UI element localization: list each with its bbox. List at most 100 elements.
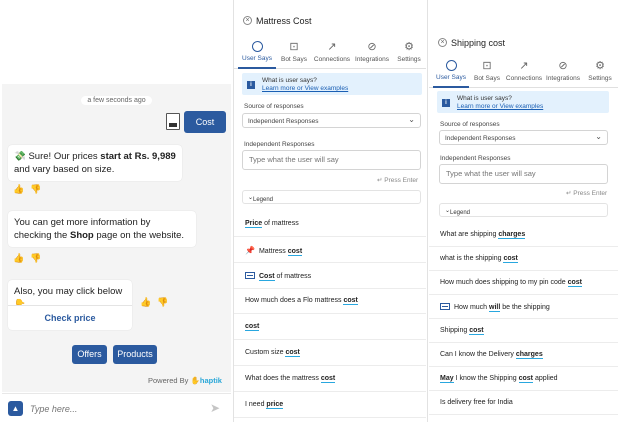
entity-highlight: cost xyxy=(518,375,534,383)
thumbs-up-icon[interactable]: 👍 xyxy=(13,253,24,264)
response-field[interactable] xyxy=(439,164,608,184)
entity-highlight: charges xyxy=(498,231,526,239)
utterance-text: How much does a Flo mattress xyxy=(245,297,344,305)
utterance-text: Can I know the Delivery xyxy=(440,351,516,358)
utterance-row[interactable]: what is the shipping cost xyxy=(429,248,618,271)
bot-message-price: 💸 Sure! Our prices start at Rs. 9,989 an… xyxy=(8,145,182,181)
tab-integrations[interactable]: ⊘ Integrations xyxy=(543,56,583,88)
utterance-text: How much does shipping to my pin code xyxy=(440,279,568,286)
panel-title: Shipping cost xyxy=(451,38,506,48)
trend-icon: ↗ xyxy=(327,41,337,53)
chevron-up-icon[interactable]: ▲ xyxy=(8,401,23,416)
entity-highlight: cost xyxy=(567,279,583,287)
utterance-row[interactable]: How much does shipping to my pin code co… xyxy=(429,272,618,295)
thumbs-down-icon[interactable]: 👎 xyxy=(30,184,41,195)
close-icon[interactable]: × xyxy=(438,38,447,47)
utterance-row[interactable]: How much does a Flo mattress cost xyxy=(234,289,426,315)
intent-panel-mattress-cost: × Mattress Cost User Says ⊡ Bot Says ↗ Con… xyxy=(234,0,426,422)
utterance-row[interactable]: Cost of mattress xyxy=(234,264,426,289)
entity-highlight: cost xyxy=(320,374,336,383)
independent-label: Independent Responses xyxy=(244,141,315,148)
utterance-text: what is the shipping xyxy=(440,255,504,262)
independent-label: Independent Responses xyxy=(440,155,511,162)
tab-connections[interactable]: ↗ Connections xyxy=(312,37,352,69)
tab-settings[interactable]: ⚙ Settings xyxy=(583,56,617,88)
utterance-row[interactable]: May I know the Shipping cost applied xyxy=(429,368,618,391)
entity-highlight: cost xyxy=(287,247,303,256)
user-avatar-icon xyxy=(166,113,180,130)
utterance-text: What does the mattress xyxy=(245,374,321,382)
chat-input-bar: ▲ ➤ xyxy=(2,393,231,422)
tab-bar: User Says ⊡ Bot Says ↗ Connections ⊘ Integr… xyxy=(234,37,426,69)
tab-user-says[interactable]: User Says xyxy=(238,37,276,69)
quick-reply-products[interactable]: Products xyxy=(113,345,157,364)
utterance-text: applied xyxy=(533,375,558,382)
utterance-text: What are shipping xyxy=(440,231,499,238)
legend-toggle[interactable]: ⌄ Legend xyxy=(242,190,421,204)
user-icon xyxy=(445,60,457,71)
utterance-row[interactable]: Price of mattress xyxy=(234,212,426,237)
response-input[interactable] xyxy=(249,155,399,164)
chevron-down-icon: ⌄ xyxy=(595,132,602,141)
press-enter-hint: ↵ Press Enter xyxy=(377,177,419,184)
source-label: Source of responses xyxy=(440,121,500,128)
utterance-row[interactable]: Shipping cost xyxy=(429,320,618,343)
tab-bot-says[interactable]: ⊡ Bot Says xyxy=(276,37,312,69)
learn-more-link[interactable]: Learn more or View examples xyxy=(262,85,348,92)
pin-icon: 📌 xyxy=(245,245,255,255)
utterance-text: Mattress xyxy=(258,247,288,255)
utterance-row[interactable]: How much will be the shipping xyxy=(429,296,618,319)
tab-bot-says[interactable]: ⊡ Bot Says xyxy=(469,56,505,88)
response-input[interactable] xyxy=(446,169,596,178)
bot-icon: ⊡ xyxy=(482,60,492,72)
utterance-text: be the shipping xyxy=(500,304,550,311)
entity-highlight: cost xyxy=(245,323,260,332)
entity-highlight: cost xyxy=(285,349,300,357)
tab-integrations[interactable]: ⊘ Integrations xyxy=(352,37,392,69)
source-select[interactable]: Independent Responses ⌄ xyxy=(439,130,608,145)
entity-highlight: cost xyxy=(469,327,484,335)
response-field[interactable] xyxy=(242,150,421,170)
legend-toggle[interactable]: ⌄ Legend xyxy=(439,203,608,217)
utterance-row[interactable]: What does the mattress cost xyxy=(234,367,426,392)
info-box: i What is user says? Learn more or View … xyxy=(242,73,422,95)
tab-settings[interactable]: ⚙ Settings xyxy=(392,37,426,69)
utterance-text: I need xyxy=(245,400,267,408)
quick-reply-offers[interactable]: Offers xyxy=(72,345,107,364)
send-icon[interactable]: ➤ xyxy=(210,402,220,414)
utterance-row[interactable]: I need price xyxy=(234,393,426,418)
utterance-row[interactable]: Is delivery free for India xyxy=(429,392,618,415)
thumbs-up-icon[interactable]: 👍 xyxy=(140,297,151,308)
utterance-text: How much xyxy=(454,304,490,311)
tab-bar: User Says ⊡ Bot Says ↗ Connections ⊘ Integr… xyxy=(429,56,618,88)
close-icon[interactable]: × xyxy=(243,16,252,25)
entity-highlight: price xyxy=(266,400,284,409)
bot-message-shop: You can get more information by checking… xyxy=(8,211,196,247)
utterance-row[interactable]: 📌 Mattress cost xyxy=(234,238,426,263)
utterance-row[interactable]: What are shipping charges xyxy=(429,224,618,247)
bot-icon: ⊡ xyxy=(289,41,299,53)
utterance-text: Custom size xyxy=(245,349,286,356)
learn-more-link[interactable]: Learn more or View examples xyxy=(457,103,543,110)
timestamp: a few seconds ago xyxy=(0,89,233,107)
entity-highlight: Price xyxy=(245,220,263,228)
utterance-row[interactable]: cost xyxy=(234,315,426,341)
source-select[interactable]: Independent Responses ⌄ xyxy=(242,113,421,128)
chat-input[interactable] xyxy=(30,400,200,417)
info-box: i What is user says? Learn more or View … xyxy=(437,91,609,113)
entity-highlight: will xyxy=(489,304,501,312)
gear-icon: ⚙ xyxy=(404,41,414,53)
utterance-text: Is delivery free for India xyxy=(440,399,513,406)
intent-panel-shipping-cost: × Shipping cost User Says ⊡ Bot Says ↗ Con… xyxy=(429,0,618,422)
tab-connections[interactable]: ↗ Connections xyxy=(505,56,543,88)
thumbs-down-icon[interactable]: 👎 xyxy=(157,297,168,308)
utterance-row[interactable]: Can I know the Delivery charges xyxy=(429,344,618,367)
panel-title: Mattress Cost xyxy=(256,16,312,26)
thumbs-up-icon[interactable]: 👍 xyxy=(13,184,24,195)
thumbs-down-icon[interactable]: 👎 xyxy=(30,253,41,264)
utterance-row[interactable]: Custom size cost xyxy=(234,341,426,366)
tab-user-says[interactable]: User Says xyxy=(433,56,469,88)
check-price-button[interactable]: Check price xyxy=(8,305,132,329)
utterance-text: I know the Shipping xyxy=(453,375,519,382)
tag-icon xyxy=(245,271,255,279)
